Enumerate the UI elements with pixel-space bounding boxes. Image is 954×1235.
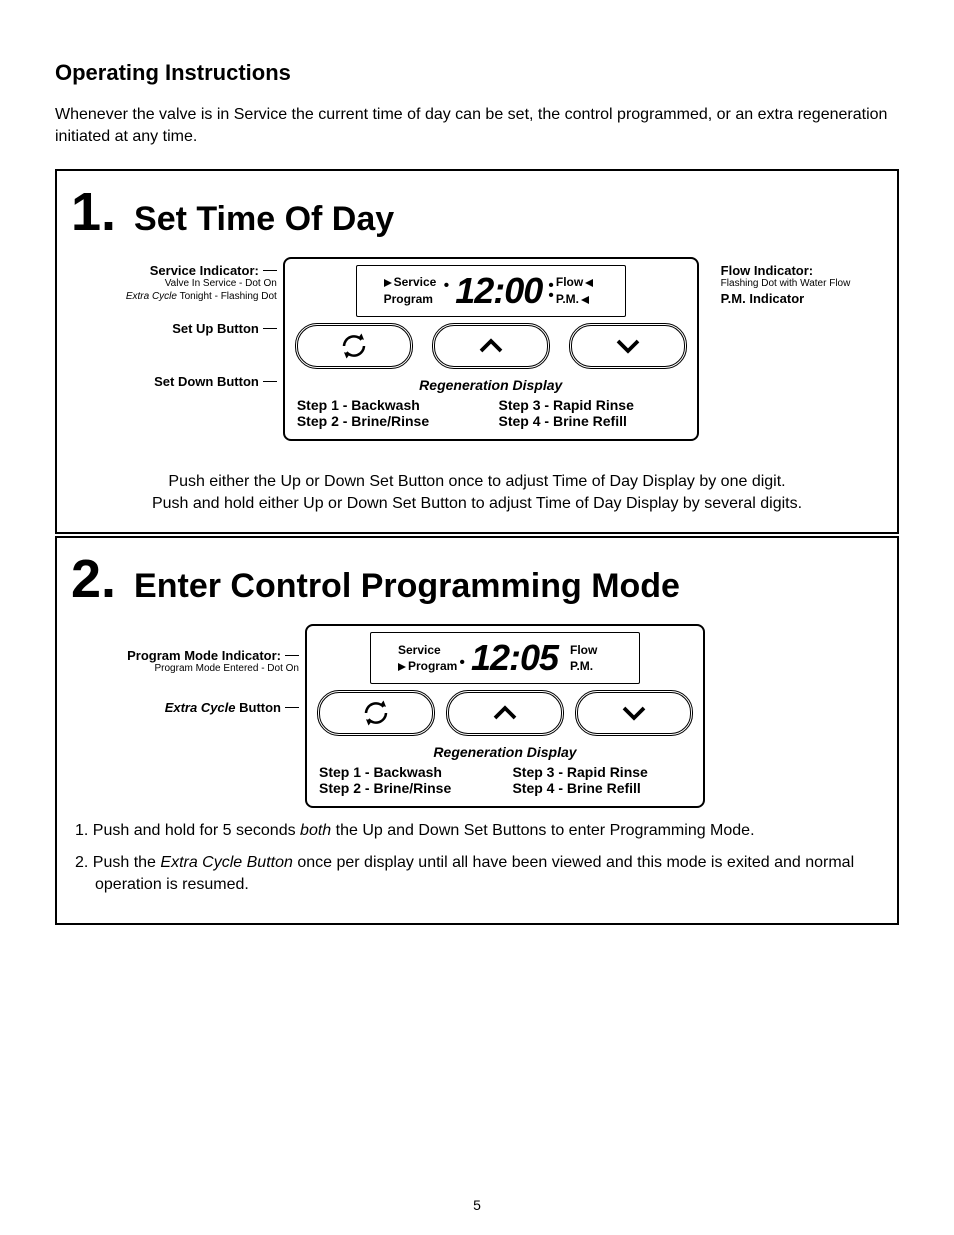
regen-step-2a: Step 2 - Brine/Rinse xyxy=(297,413,483,429)
regeneration-display-title-2: Regeneration Display xyxy=(315,744,695,760)
set-down-button-label: Set Down Button xyxy=(154,374,259,389)
section-2-title: Enter Control Programming Mode xyxy=(134,567,680,606)
lcd-time-1: 12:00 xyxy=(455,270,542,312)
lcd-service-label: Service xyxy=(394,274,437,291)
page-title: Operating Instructions xyxy=(55,60,899,86)
section-1: 1. Set Time Of Day Service Indicator: Va… xyxy=(55,169,899,534)
regen-step-4a: Step 4 - Brine Refill xyxy=(499,413,685,429)
set-down-button-2[interactable] xyxy=(575,690,693,736)
set-up-button-label: Set Up Button xyxy=(172,321,259,336)
lcd-time-2: 12:05 xyxy=(471,637,558,679)
pm-indicator-label: P.M. Indicator xyxy=(721,291,887,306)
service-indicator-label: Service Indicator: xyxy=(150,263,259,278)
extra-cycle-button-2[interactable] xyxy=(317,690,435,736)
lcd-program-label-2: Program xyxy=(408,658,457,675)
section-1-title: Set Time Of Day xyxy=(134,200,394,239)
section2-instruction-list: 1. Push and hold for 5 seconds both the … xyxy=(67,820,887,895)
extra-cycle-button[interactable] xyxy=(295,323,413,369)
section-2: 2. Enter Control Programming Mode Progra… xyxy=(55,536,899,925)
section2-left-labels: Program Mode Indicator: Program Mode Ent… xyxy=(67,624,305,733)
program-mode-indicator-label: Program Mode Indicator: xyxy=(127,648,281,663)
lcd-program-label: Program xyxy=(384,291,442,308)
control-panel-1: Service Program •• 12:00 •• Flow P.M. xyxy=(283,257,699,441)
lcd-pm-label-2: P.M. xyxy=(570,658,612,675)
lcd-display-2: Service Program •• 12:05 Flow P.M. xyxy=(370,632,640,684)
intro-paragraph: Whenever the valve is in Service the cur… xyxy=(55,104,899,147)
set-down-button[interactable] xyxy=(569,323,687,369)
cycle-icon xyxy=(339,331,369,361)
page-number: 5 xyxy=(0,1197,954,1213)
regen-step-2b: Step 2 - Brine/Rinse xyxy=(319,780,498,796)
chevron-down-icon xyxy=(619,698,649,728)
lcd-pm-label: P.M. xyxy=(556,291,579,308)
regen-step-4b: Step 4 - Brine Refill xyxy=(512,780,691,796)
set-up-button[interactable] xyxy=(432,323,550,369)
section1-right-labels: Flow Indicator: Flashing Dot with Water … xyxy=(699,257,887,306)
service-indicator-sub1: Valve In Service - Dot On xyxy=(67,278,277,291)
program-mode-indicator-sub: Program Mode Entered - Dot On xyxy=(67,663,299,676)
chevron-down-icon xyxy=(613,331,643,361)
lcd-display-1: Service Program •• 12:00 •• Flow P.M. xyxy=(356,265,626,317)
instruction-item-1: 1. Push and hold for 5 seconds both the … xyxy=(75,820,887,842)
regen-step-3b: Step 3 - Rapid Rinse xyxy=(512,764,691,780)
set-up-button-2[interactable] xyxy=(446,690,564,736)
lcd-service-label-2: Service xyxy=(398,642,457,659)
section1-instructions: Push either the Up or Down Set Button on… xyxy=(67,471,887,514)
regeneration-display-title-1: Regeneration Display xyxy=(293,377,689,393)
control-panel-2: Service Program •• 12:05 Flow P.M. xyxy=(305,624,705,808)
section-1-number: 1. xyxy=(71,181,116,243)
lcd-flow-label: Flow xyxy=(556,274,583,291)
lcd-flow-label-2: Flow xyxy=(570,642,612,659)
regen-step-1a: Step 1 - Backwash xyxy=(297,397,483,413)
extra-cycle-button-label: Extra Cycle Button xyxy=(165,700,281,715)
section1-left-labels: Service Indicator: Valve In Service - Do… xyxy=(67,257,283,407)
service-indicator-sub2: Extra Cycle Tonight - Flashing Dot xyxy=(67,291,277,304)
regen-step-1b: Step 1 - Backwash xyxy=(319,764,498,780)
flow-indicator-sub: Flashing Dot with Water Flow xyxy=(721,278,887,289)
chevron-up-icon xyxy=(476,331,506,361)
flow-indicator-label: Flow Indicator: xyxy=(721,263,887,278)
chevron-up-icon xyxy=(490,698,520,728)
cycle-icon xyxy=(361,698,391,728)
instruction-item-2: 2. Push the Extra Cycle Button once per … xyxy=(75,852,887,895)
section-2-number: 2. xyxy=(71,548,116,610)
regen-step-3a: Step 3 - Rapid Rinse xyxy=(499,397,685,413)
